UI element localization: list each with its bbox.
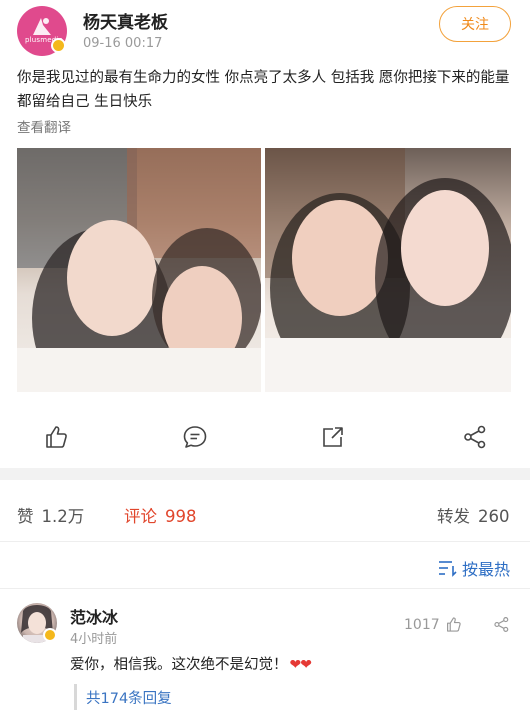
comment-button[interactable] — [182, 424, 208, 450]
comments-tab[interactable]: 评论 998 — [124, 503, 197, 527]
comment-like-button[interactable]: 1017 — [404, 616, 462, 633]
comment-share-button[interactable] — [493, 616, 510, 637]
heart-emoji: ❤❤ — [289, 657, 312, 673]
comments-count: 998 — [165, 507, 197, 526]
view-replies-link[interactable]: 共174条回复 — [74, 684, 172, 710]
comment-timestamp: 4小时前 — [70, 632, 118, 647]
follow-button[interactable]: 关注 — [439, 6, 511, 42]
comments-label: 评论 — [124, 507, 157, 526]
translate-link[interactable]: 查看翻译 — [17, 116, 71, 136]
post-timestamp: 09-16 00:17 — [83, 36, 163, 51]
comment-body: 爱你，相信我。这次绝不是幻觉！ — [70, 657, 288, 673]
photo-2-illustration — [265, 148, 511, 392]
post-text: 你是我见过的最有生命力的女性 你点亮了太多人 包括我 愿你把接下来的能量都留给自… — [17, 70, 510, 110]
comment-like-count: 1017 — [404, 616, 440, 633]
share-icon — [464, 425, 486, 449]
photo-1-illustration — [17, 148, 261, 392]
share-icon — [494, 617, 509, 632]
post-photo-1[interactable] — [17, 148, 261, 392]
comment-icon — [183, 426, 207, 448]
reposts-stat[interactable]: 转发 260 — [437, 503, 510, 527]
sort-hot-button[interactable]: 按最热 — [437, 556, 510, 580]
repost-button[interactable] — [320, 424, 346, 450]
repost-icon — [323, 427, 343, 447]
verified-badge-icon — [43, 628, 57, 642]
brand-logo-icon — [33, 18, 51, 35]
section-divider — [0, 468, 530, 480]
verified-badge-icon — [51, 38, 66, 53]
comment-text: 爱你，相信我。这次绝不是幻觉！ ❤❤ — [70, 653, 312, 674]
reposts-count: 260 — [478, 507, 510, 526]
poster-username[interactable]: 杨天真老板 — [83, 8, 168, 33]
sort-label: 按最热 — [462, 560, 511, 579]
commenter-name[interactable]: 范冰冰 — [70, 604, 118, 628]
divider-line — [0, 588, 530, 589]
like-button[interactable] — [43, 424, 69, 450]
share-button[interactable] — [462, 424, 488, 450]
likes-label: 赞 — [17, 507, 34, 526]
thumb-up-icon — [446, 617, 461, 632]
reposts-label: 转发 — [437, 507, 470, 526]
sort-icon — [439, 561, 457, 577]
likes-count: 1.2万 — [41, 507, 85, 526]
divider-line — [0, 541, 530, 542]
thumb-up-icon — [46, 426, 67, 448]
post-photo-2[interactable] — [265, 148, 511, 392]
likes-stat[interactable]: 赞 1.2万 — [17, 503, 84, 527]
